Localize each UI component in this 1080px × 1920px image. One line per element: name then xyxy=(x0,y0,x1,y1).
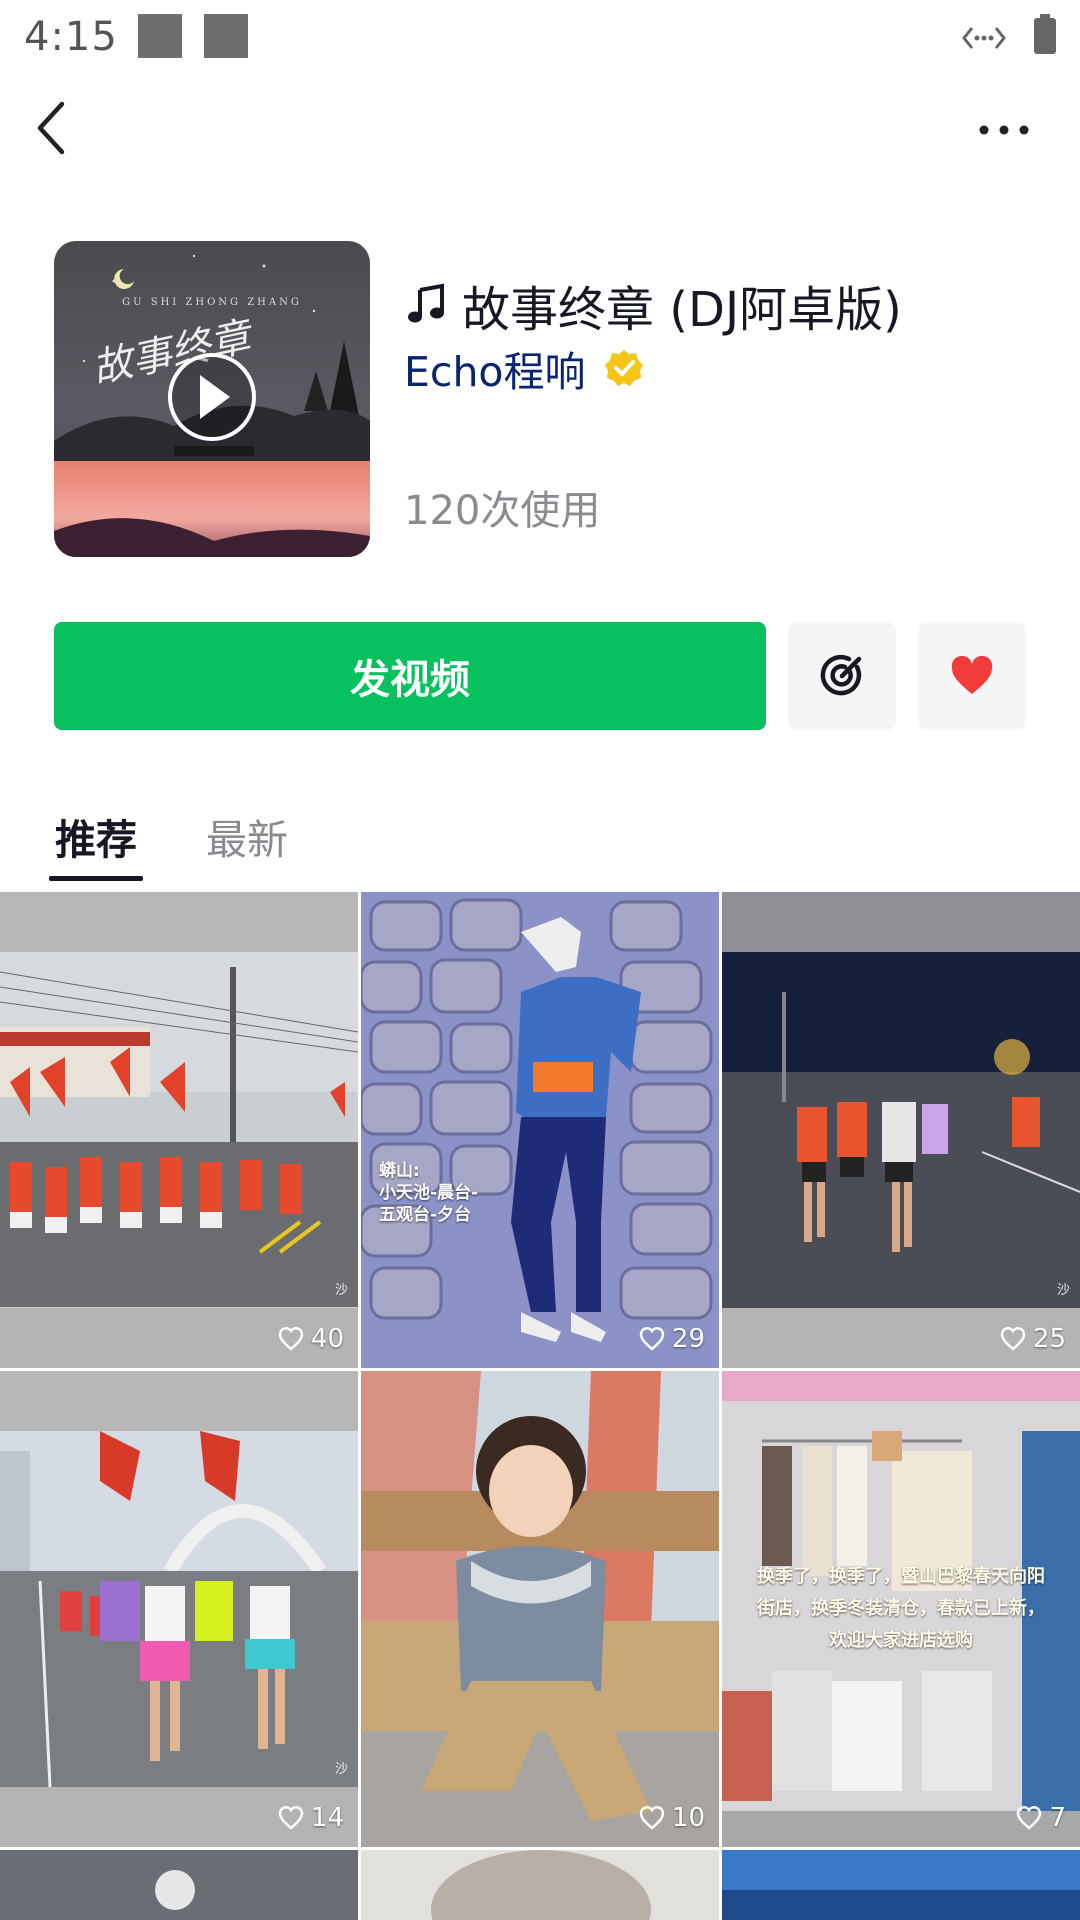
like-count: 29 xyxy=(638,1324,705,1354)
data-transfer-icon xyxy=(962,27,1006,49)
watermark: 沙 xyxy=(1056,1283,1070,1298)
like-count: 10 xyxy=(638,1803,705,1833)
like-count: 40 xyxy=(277,1324,344,1354)
record-button[interactable] xyxy=(788,622,896,730)
video-thumbnail[interactable]: 换季了，换季了，暨山巴黎春天向阳 街店，换季冬装清仓，春款已上新， 欢迎大家进店… xyxy=(722,1371,1080,1847)
usage-count: 120次使用 xyxy=(404,488,601,534)
watermark: 沙 xyxy=(334,1762,348,1777)
video-grid: 沙 40 蟒山: 小天池-晨台- 五观台-夕台 29 沙 25 沙 14 10 … xyxy=(0,892,1080,1920)
video-thumbnail[interactable]: 沙 25 xyxy=(722,892,1080,1368)
heart-outline-icon xyxy=(639,1806,665,1830)
artist-name[interactable]: Echo程响 xyxy=(404,338,586,398)
video-thumbnail[interactable]: 蟒山: 小天池-晨台- 五观台-夕台 29 xyxy=(361,892,719,1368)
like-count-text: 10 xyxy=(671,1803,705,1833)
favorite-button[interactable] xyxy=(918,622,1026,730)
notification-icon xyxy=(138,14,182,58)
artist-link[interactable]: Echo程响 xyxy=(404,338,644,398)
like-count: 7 xyxy=(1015,1803,1066,1833)
song-title-text: 故事终章 (DJ阿卓版) xyxy=(462,282,902,338)
heart-icon xyxy=(951,656,993,694)
heart-outline-icon xyxy=(1017,1806,1042,1830)
video-caption: 换季了，换季了，暨山巴黎春天向阳 街店，换季冬装清仓，春款已上新， 欢迎大家进店… xyxy=(757,1566,1045,1651)
video-thumbnail[interactable] xyxy=(361,1850,719,1920)
heart-outline-icon xyxy=(278,1806,304,1830)
more-dots-icon[interactable] xyxy=(974,108,1034,148)
like-count-text: 7 xyxy=(1049,1803,1066,1833)
video-thumbnail[interactable]: 10 xyxy=(361,1371,719,1847)
notification-icon xyxy=(204,14,248,58)
status-time: 4:15 xyxy=(24,14,118,60)
tab-latest[interactable]: 最新 xyxy=(206,806,288,866)
heart-outline-icon xyxy=(1000,1327,1026,1351)
song-cover[interactable]: GU SHI ZHONG ZHANG 故事终章 xyxy=(54,241,370,557)
like-count: 14 xyxy=(277,1803,344,1833)
video-thumbnail[interactable]: 沙 40 xyxy=(0,892,358,1368)
song-title: 故事终章 (DJ阿卓版) xyxy=(404,270,902,340)
music-note-icon xyxy=(408,283,444,323)
like-count-text: 14 xyxy=(310,1803,344,1833)
tab-recommended[interactable]: 推荐 xyxy=(55,806,137,866)
verified-badge-icon xyxy=(604,350,643,386)
battery-icon xyxy=(1034,14,1056,54)
tab-indicator xyxy=(49,876,143,881)
video-thumbnail[interactable] xyxy=(722,1850,1080,1920)
video-caption: 蟒山: 小天池-晨台- 五观台-夕台 xyxy=(379,1161,479,1225)
like-count-text: 40 xyxy=(310,1324,344,1354)
heart-outline-icon xyxy=(278,1327,304,1351)
like-count-text: 25 xyxy=(1032,1324,1066,1354)
video-thumbnail[interactable] xyxy=(0,1850,358,1920)
like-count-text: 29 xyxy=(671,1324,705,1354)
record-icon xyxy=(820,654,862,696)
watermark: 沙 xyxy=(334,1283,348,1298)
video-thumbnail[interactable]: 沙 14 xyxy=(0,1371,358,1847)
heart-outline-icon xyxy=(639,1327,665,1351)
chevron-left-icon[interactable] xyxy=(32,96,72,160)
like-count: 25 xyxy=(999,1324,1066,1354)
cover-text: GU SHI ZHONG ZHANG xyxy=(122,297,302,308)
post-video-button[interactable]: 发视频 xyxy=(54,622,766,730)
status-bar: 4:15 xyxy=(0,0,1080,80)
